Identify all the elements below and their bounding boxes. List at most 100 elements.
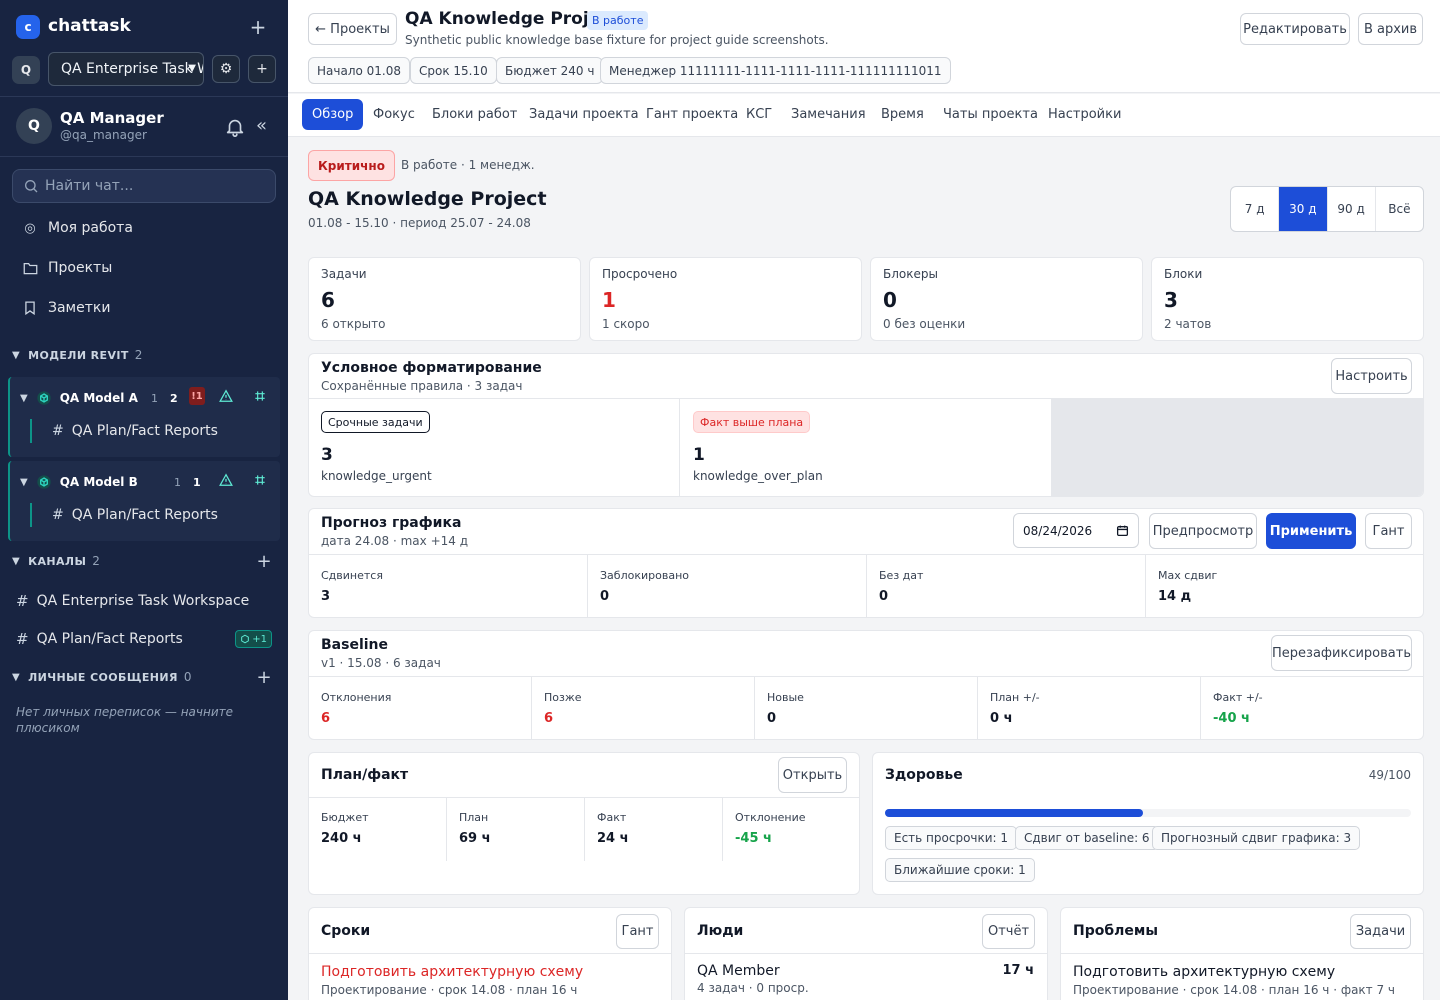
chip-deadline: Срок 15.10 <box>410 57 497 84</box>
cell-value: 0 <box>600 589 610 604</box>
add-channel-button[interactable]: + <box>257 551 272 572</box>
add-dm-button[interactable]: + <box>257 667 272 688</box>
archive-button[interactable]: В архив <box>1358 13 1423 45</box>
badge-count: +1 <box>252 633 267 645</box>
period-7d[interactable]: 7 д <box>1231 187 1280 231</box>
tab-issues[interactable]: Замечания <box>781 99 876 130</box>
tab-project-tasks[interactable]: Задачи проекта <box>519 99 649 130</box>
forecast-blocked-cell: Заблокировано 0 <box>588 555 867 617</box>
model-channel[interactable]: # QA Plan/Fact Reports <box>30 419 218 443</box>
card-title: Здоровье <box>885 767 963 783</box>
nav-label: Проекты <box>48 260 113 276</box>
deadlines-gantt-button[interactable]: Гант <box>616 914 659 949</box>
person-meta: 4 задач · 0 проср. <box>697 981 809 995</box>
configure-button[interactable]: Настроить <box>1331 358 1412 394</box>
forecast-date-input[interactable]: 08/24/2026 <box>1013 513 1139 548</box>
divider <box>685 953 1047 954</box>
channel-item[interactable]: # QA Plan/Fact Reports +1 <box>12 625 276 653</box>
collapse-sidebar-icon[interactable]: « <box>256 116 267 136</box>
problem-item-title[interactable]: Подготовить архитектурную схему <box>1073 964 1335 980</box>
rule-value: 3 <box>321 445 333 465</box>
model-count-active: 1 <box>193 475 201 489</box>
chip-start: Начало 01.08 <box>308 57 410 84</box>
period-all[interactable]: Всё <box>1376 187 1423 231</box>
period-30d[interactable]: 30 д <box>1279 187 1328 231</box>
cell-label: Без дат <box>879 569 924 582</box>
card-title: Люди <box>697 923 744 939</box>
planfact-plan-cell: План 69 ч <box>447 797 585 861</box>
section-direct-messages[interactable]: ▼ ЛИЧНЫЕ СООБЩЕНИЯ 0 + <box>12 667 276 688</box>
kpi-value: 6 <box>321 288 335 312</box>
forecast-shift-cell: Сдвинется 3 <box>309 555 588 617</box>
section-label: МОДЕЛИ REVIT <box>28 348 129 362</box>
refix-baseline-button[interactable]: Перезафиксировать <box>1271 635 1412 671</box>
preview-button[interactable]: Предпросмотр <box>1149 513 1257 549</box>
target-icon: ◎ <box>24 220 36 236</box>
section-count: 2 <box>134 348 143 362</box>
tab-settings[interactable]: Настройки <box>1038 99 1131 130</box>
tab-ksg[interactable]: КСГ <box>736 99 782 130</box>
people-report-button[interactable]: Отчёт <box>982 914 1035 949</box>
person-name[interactable]: QA Member <box>697 963 780 979</box>
card-title: План/факт <box>321 767 409 783</box>
model-count: 1 <box>151 391 158 405</box>
deadline-item-title[interactable]: Подготовить архитектурную схему <box>321 964 583 980</box>
back-to-projects-button[interactable]: ← Проекты <box>308 13 397 45</box>
add-workspace-button[interactable]: + <box>248 55 276 83</box>
warning-icon[interactable] <box>219 473 233 487</box>
avatar[interactable]: Q <box>16 108 52 144</box>
tab-project-chats[interactable]: Чаты проекта <box>933 99 1048 130</box>
nav-projects[interactable]: Проекты <box>12 252 276 284</box>
tab-overview[interactable]: Обзор <box>302 99 364 130</box>
grid-icon[interactable] <box>253 473 267 487</box>
apply-button[interactable]: Применить <box>1266 513 1356 549</box>
problems-tasks-button[interactable]: Задачи <box>1350 914 1411 949</box>
model-alert-badge: !1 <box>189 387 205 405</box>
tab-work-blocks[interactable]: Блоки работ <box>422 99 527 130</box>
edit-button[interactable]: Редактировать <box>1240 13 1350 45</box>
plus-icon: + <box>256 61 268 77</box>
section-label: КАНАЛЫ <box>28 554 87 568</box>
tab-project-gantt[interactable]: Гант проекта <box>636 99 748 130</box>
new-chat-button[interactable]: + <box>244 13 272 41</box>
date-value: 08/24/2026 <box>1023 523 1093 538</box>
folder-icon <box>22 260 38 276</box>
rule-over-plan[interactable]: Факт выше плана 1 knowledge_over_plan <box>681 399 1051 496</box>
rule-tag: Факт выше плана <box>693 411 811 433</box>
bell-icon[interactable] <box>224 116 246 138</box>
open-plan-fact-button[interactable]: Открыть <box>778 757 847 793</box>
app-name: chattask <box>48 16 131 36</box>
workspace-select[interactable]: QA Enterprise Task Workspace ▼ <box>48 52 204 86</box>
revit-model-b[interactable]: ▼ QA Model B 1 1 # QA Plan/Fact Reports <box>8 461 280 541</box>
chat-search-input[interactable]: Найти чат... <box>12 169 276 203</box>
rule-urgent[interactable]: Срочные задачи 3 knowledge_urgent <box>309 399 680 496</box>
grid-icon[interactable] <box>253 389 267 403</box>
warning-icon[interactable] <box>219 389 233 403</box>
planfact-budget-cell: Бюджет 240 ч <box>309 797 447 861</box>
gantt-button[interactable]: Гант <box>1365 513 1412 549</box>
model-channel[interactable]: # QA Plan/Fact Reports <box>30 503 218 527</box>
tab-time[interactable]: Время <box>871 99 934 130</box>
overview-dates: 01.08 - 15.10 · период 25.07 - 24.08 <box>308 216 531 230</box>
workspace-settings-button[interactable]: ⚙ <box>212 55 240 83</box>
kpi-overdue: Просрочено 1 1 скоро <box>589 257 862 341</box>
channel-item[interactable]: # QA Enterprise Task Workspace <box>12 587 276 615</box>
calendar-icon[interactable] <box>1116 524 1129 537</box>
cell-label: Бюджет <box>321 811 369 824</box>
baseline-deviations-cell: Отклонения 6 <box>309 677 532 739</box>
section-count: 0 <box>183 670 192 684</box>
section-channels[interactable]: ▼ КАНАЛЫ 2 + <box>12 551 276 572</box>
cell-value: 0 <box>767 711 777 726</box>
nav-notes[interactable]: Заметки <box>12 292 276 324</box>
tab-focus[interactable]: Фокус <box>363 99 425 130</box>
cell-value: 0 ч <box>990 711 1013 726</box>
section-revit-models[interactable]: ▼ МОДЕЛИ REVIT 2 <box>12 345 276 365</box>
chip-budget: Бюджет 240 ч <box>496 57 604 84</box>
period-90d[interactable]: 90 д <box>1328 187 1376 231</box>
cube-icon <box>36 390 52 406</box>
project-header: ← Проекты QA Knowledge Project В работе … <box>288 0 1440 93</box>
nav-my-work[interactable]: ◎ Моя работа <box>12 212 276 244</box>
card-subtitle: дата 24.08 · max +14 д <box>321 534 468 548</box>
revit-model-a[interactable]: ▼ QA Model A 1 2 !1 # QA Plan/Fact Repor… <box>8 377 280 457</box>
schedule-forecast-card: Прогноз графика дата 24.08 · max +14 д 0… <box>308 508 1424 618</box>
